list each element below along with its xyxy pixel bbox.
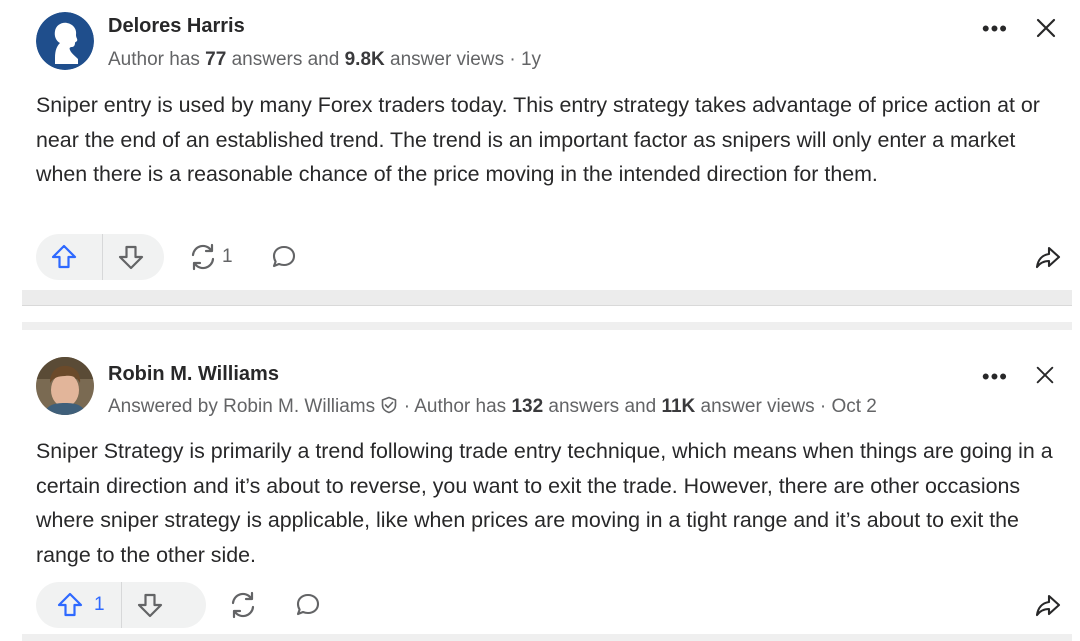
meta-mid: answers and [543, 396, 662, 417]
forward-button[interactable] [1034, 592, 1062, 625]
answer-actions: 1 [36, 234, 1076, 280]
vote-pill: 1 [36, 582, 206, 628]
share-count: 1 [222, 246, 233, 267]
share-button[interactable]: 1 [188, 234, 233, 280]
author-name[interactable]: Delores Harris [108, 15, 245, 38]
downvote-icon [137, 593, 162, 618]
meta-suffix: answer views · 1y [384, 49, 542, 70]
upvote-icon [57, 592, 83, 617]
meta-suffix: answer views · Oct 2 [695, 396, 877, 417]
upvote-button[interactable]: 1 [36, 582, 122, 628]
comment-icon [296, 593, 320, 616]
profile-photo-icon [36, 357, 94, 415]
share-icon [231, 591, 255, 619]
answer-count: 77 [205, 49, 227, 70]
close-button[interactable] [1034, 16, 1058, 40]
view-count: 9.8K [344, 49, 385, 70]
answer-divider-top [22, 322, 1072, 330]
more-options-button[interactable]: ••• [982, 364, 1008, 390]
upvote-count: 1 [94, 594, 105, 615]
share-icon [191, 243, 215, 271]
author-avatar[interactable] [36, 357, 94, 415]
answer-count: 132 [511, 396, 544, 417]
answer-body: Sniper Strategy is primarily a trend fol… [36, 439, 1053, 567]
view-count: 11K [661, 396, 696, 417]
downvote-button[interactable] [122, 582, 178, 628]
bottom-divider [22, 634, 1072, 641]
close-icon [1036, 18, 1056, 38]
answered-by[interactable]: Answered by Robin M. Williams [108, 396, 375, 417]
comment-icon [272, 245, 296, 268]
comment-button[interactable] [270, 234, 298, 280]
comment-button[interactable] [294, 582, 322, 628]
downvote-icon [118, 245, 144, 270]
share-button[interactable] [228, 582, 262, 628]
author-name[interactable]: Robin M. Williams [108, 363, 279, 386]
answer-actions: 1 [36, 582, 1076, 628]
forward-button[interactable] [1034, 244, 1062, 277]
upvote-button[interactable] [36, 234, 103, 280]
downvote-button[interactable] [103, 234, 159, 280]
forward-icon [1035, 246, 1061, 269]
close-button[interactable] [1034, 364, 1058, 388]
meta-prefix: Author has [108, 49, 206, 70]
answer-body: Sniper entry is used by many Forex trade… [36, 93, 1040, 186]
silhouette-icon [36, 12, 94, 70]
meta-prefix: · Author has [398, 396, 512, 417]
meta-mid: answers and [226, 49, 345, 70]
author-avatar[interactable] [36, 12, 94, 70]
author-meta: Answered by Robin M. Williams · Author h… [108, 396, 877, 418]
close-icon [1036, 366, 1054, 384]
author-meta: Author has 77 answers and 9.8K answer vi… [108, 49, 541, 71]
vote-pill [36, 234, 164, 280]
upvote-icon [51, 244, 77, 269]
more-options-button[interactable]: ••• [982, 16, 1008, 42]
answer-divider [22, 290, 1072, 306]
verified-icon [382, 396, 397, 414]
forward-icon [1035, 594, 1061, 617]
